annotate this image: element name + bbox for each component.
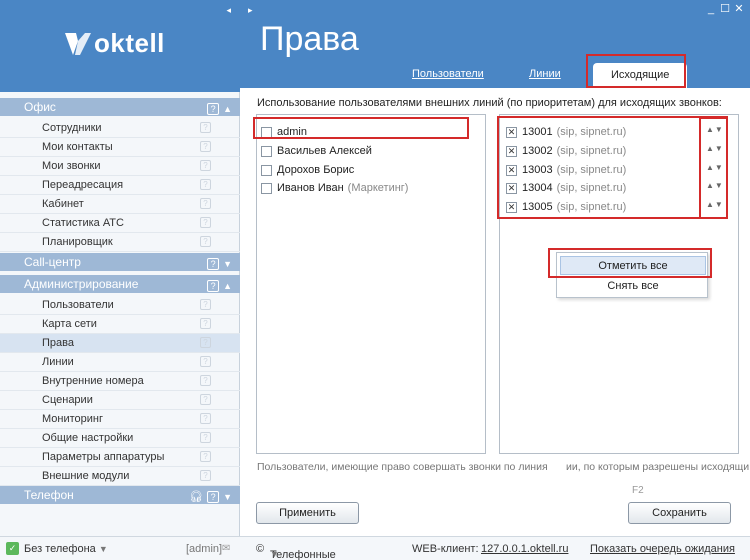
users-list[interactable]: admin Васильев Алексей Дорохов Борис Ива… <box>256 114 486 454</box>
help-icon[interactable]: ? <box>200 141 211 152</box>
sidebar-item-network-map[interactable]: Карта сети? <box>0 315 240 334</box>
help-icon[interactable]: ? <box>200 299 211 310</box>
help-icon[interactable]: ? <box>200 432 211 443</box>
help-icon[interactable]: ? <box>200 217 211 228</box>
sidebar-item-employees[interactable]: Сотрудники? <box>0 119 240 138</box>
user-row-vasiliev[interactable]: Васильев Алексей <box>261 142 372 160</box>
sidebar-item-scheduler[interactable]: Планировщик? <box>0 233 240 252</box>
help-icon[interactable]: ? <box>200 451 211 462</box>
dropdown-arrow-icon: ▼ <box>270 549 279 559</box>
help-icon[interactable]: ? <box>200 375 211 386</box>
help-icon[interactable]: ? <box>200 160 211 171</box>
help-icon[interactable]: ? <box>200 413 211 424</box>
section-phone[interactable]: Телефон 🎧︎? ▼ <box>0 486 240 504</box>
oktell-logo: oktell <box>65 28 165 59</box>
sidebar-item-external-modules[interactable]: Внешние модули? <box>0 467 240 486</box>
web-client-label: WEB-клиент: <box>412 543 479 555</box>
sidebar-item-cabinet[interactable]: Кабинет? <box>0 195 240 214</box>
user-row-ivanov[interactable]: Иванов Иван (Маркетинг) <box>261 179 408 197</box>
collapse-sidebar-icon[interactable]: ◂ <box>226 5 231 16</box>
highlight-admin-row <box>253 117 469 139</box>
sidebar: ◂ oktell Офис ? ▲ Сотрудники? Мои контакт… <box>0 0 240 560</box>
expand-arrow-icon[interactable]: ▸ <box>248 5 253 16</box>
show-queue-link[interactable]: Показать очередь ожидания <box>590 543 735 555</box>
apply-button[interactable]: Применить <box>256 502 359 524</box>
user-row-dorokhov[interactable]: Дорохов Борис <box>261 161 354 179</box>
logo-text: oktell <box>94 28 165 58</box>
copyright-symbol: © <box>256 543 265 555</box>
page-title: Права <box>260 20 359 58</box>
sidebar-item-forwarding[interactable]: Переадресация? <box>0 176 240 195</box>
status-bar: © Телефонные системы ▼ WEB-клиент: 127.0… <box>240 536 750 560</box>
phone-status-icon: ✓ <box>6 542 19 555</box>
help-icon[interactable]: ? <box>200 198 211 209</box>
minimize-icon[interactable]: _ <box>704 2 718 16</box>
section-administration[interactable]: Администрирование ? ▲ <box>0 275 240 293</box>
oktell-logo-icon <box>65 32 91 55</box>
current-user-label: [admin] <box>186 543 223 555</box>
help-icon[interactable]: ? <box>200 337 211 348</box>
user-checkbox[interactable] <box>261 164 272 176</box>
tab-users[interactable]: Пользователи <box>412 68 484 80</box>
help-icon[interactable]: ? <box>207 258 220 270</box>
help-icon[interactable]: ? <box>200 236 211 247</box>
maximize-icon[interactable]: ☐ <box>718 2 732 16</box>
highlight-lines-list <box>497 116 728 219</box>
sidebar-item-my-contacts[interactable]: Мои контакты? <box>0 138 240 157</box>
sidebar-item-monitoring[interactable]: Мониторинг? <box>0 410 240 429</box>
help-icon[interactable]: ? <box>200 318 211 329</box>
help-icon[interactable]: ? <box>207 280 220 292</box>
help-icon[interactable]: ? <box>200 356 211 367</box>
highlight-outgoing-tab <box>586 54 686 88</box>
sidebar-item-internal-numbers[interactable]: Внутренние номера? <box>0 372 240 391</box>
sidebar-item-scenarios[interactable]: Сценарии? <box>0 391 240 410</box>
sidebar-item-rights[interactable]: Права? <box>0 334 240 353</box>
sidebar-item-hardware-params[interactable]: Параметры аппаратуры? <box>0 448 240 467</box>
window-controls: _ ☐ ✕ <box>704 2 746 16</box>
brand-header: ◂ oktell <box>0 0 240 92</box>
expand-down-icon[interactable]: ▼ <box>223 255 232 273</box>
headset-icon[interactable]: 🎧︎ <box>189 488 203 506</box>
tab-lines[interactable]: Линии <box>529 68 561 80</box>
section-phone-label: Телефон <box>24 488 74 502</box>
expand-down-icon[interactable]: ▼ <box>223 488 232 506</box>
help-icon[interactable]: ? <box>200 122 211 133</box>
dropdown-arrow-icon: ▼ <box>98 544 108 554</box>
help-icon[interactable]: ? <box>207 103 220 115</box>
user-checkbox[interactable] <box>261 182 272 194</box>
phone-status-dropdown[interactable]: Без телефона ▼ <box>24 543 108 555</box>
users-hint-text: Пользователи, имеющие право совершать зв… <box>257 461 547 473</box>
sidebar-item-pbx-stats[interactable]: Статистика АТС? <box>0 214 240 233</box>
user-checkbox[interactable] <box>261 145 272 157</box>
lines-hint-text: ии, по которым разрешены исходящи <box>566 461 750 473</box>
web-client-link[interactable]: 127.0.0.1.oktell.ru <box>481 543 568 555</box>
shortcut-hint: F2 <box>632 485 644 496</box>
collapse-up-icon[interactable]: ▲ <box>223 277 232 295</box>
section-call-center-label: Call-центр <box>24 255 81 269</box>
highlight-select-all <box>548 248 712 278</box>
sidebar-item-users[interactable]: Пользователи? <box>0 296 240 315</box>
section-administration-label: Администрирование <box>24 277 139 291</box>
sidebar-item-lines[interactable]: Линии? <box>0 353 240 372</box>
sidebar-item-general-settings[interactable]: Общие настройки? <box>0 429 240 448</box>
collapse-up-icon[interactable]: ▲ <box>223 100 232 118</box>
section-call-center[interactable]: Call-центр ? ▼ <box>0 253 240 271</box>
save-button[interactable]: Сохранить <box>628 502 731 524</box>
close-icon[interactable]: ✕ <box>732 2 746 16</box>
user-group-label: (Маркетинг) <box>347 182 409 194</box>
section-office-label: Офис <box>24 100 56 114</box>
help-icon[interactable]: ? <box>207 491 220 503</box>
sidebar-footer: ✓ Без телефона ▼ [admin] ✉ <box>0 536 240 560</box>
help-icon[interactable]: ? <box>200 394 211 405</box>
envelope-icon[interactable]: ✉ <box>222 543 230 554</box>
description-text: Использование пользователями внешних лин… <box>257 97 722 109</box>
sidebar-item-my-calls[interactable]: Мои звонки? <box>0 157 240 176</box>
highlight-priority-arrows <box>699 117 728 219</box>
section-office[interactable]: Офис ? ▲ <box>0 98 240 116</box>
deselect-all-menu-item[interactable]: Снять все <box>560 277 706 296</box>
help-icon[interactable]: ? <box>200 179 211 190</box>
help-icon[interactable]: ? <box>200 470 211 481</box>
